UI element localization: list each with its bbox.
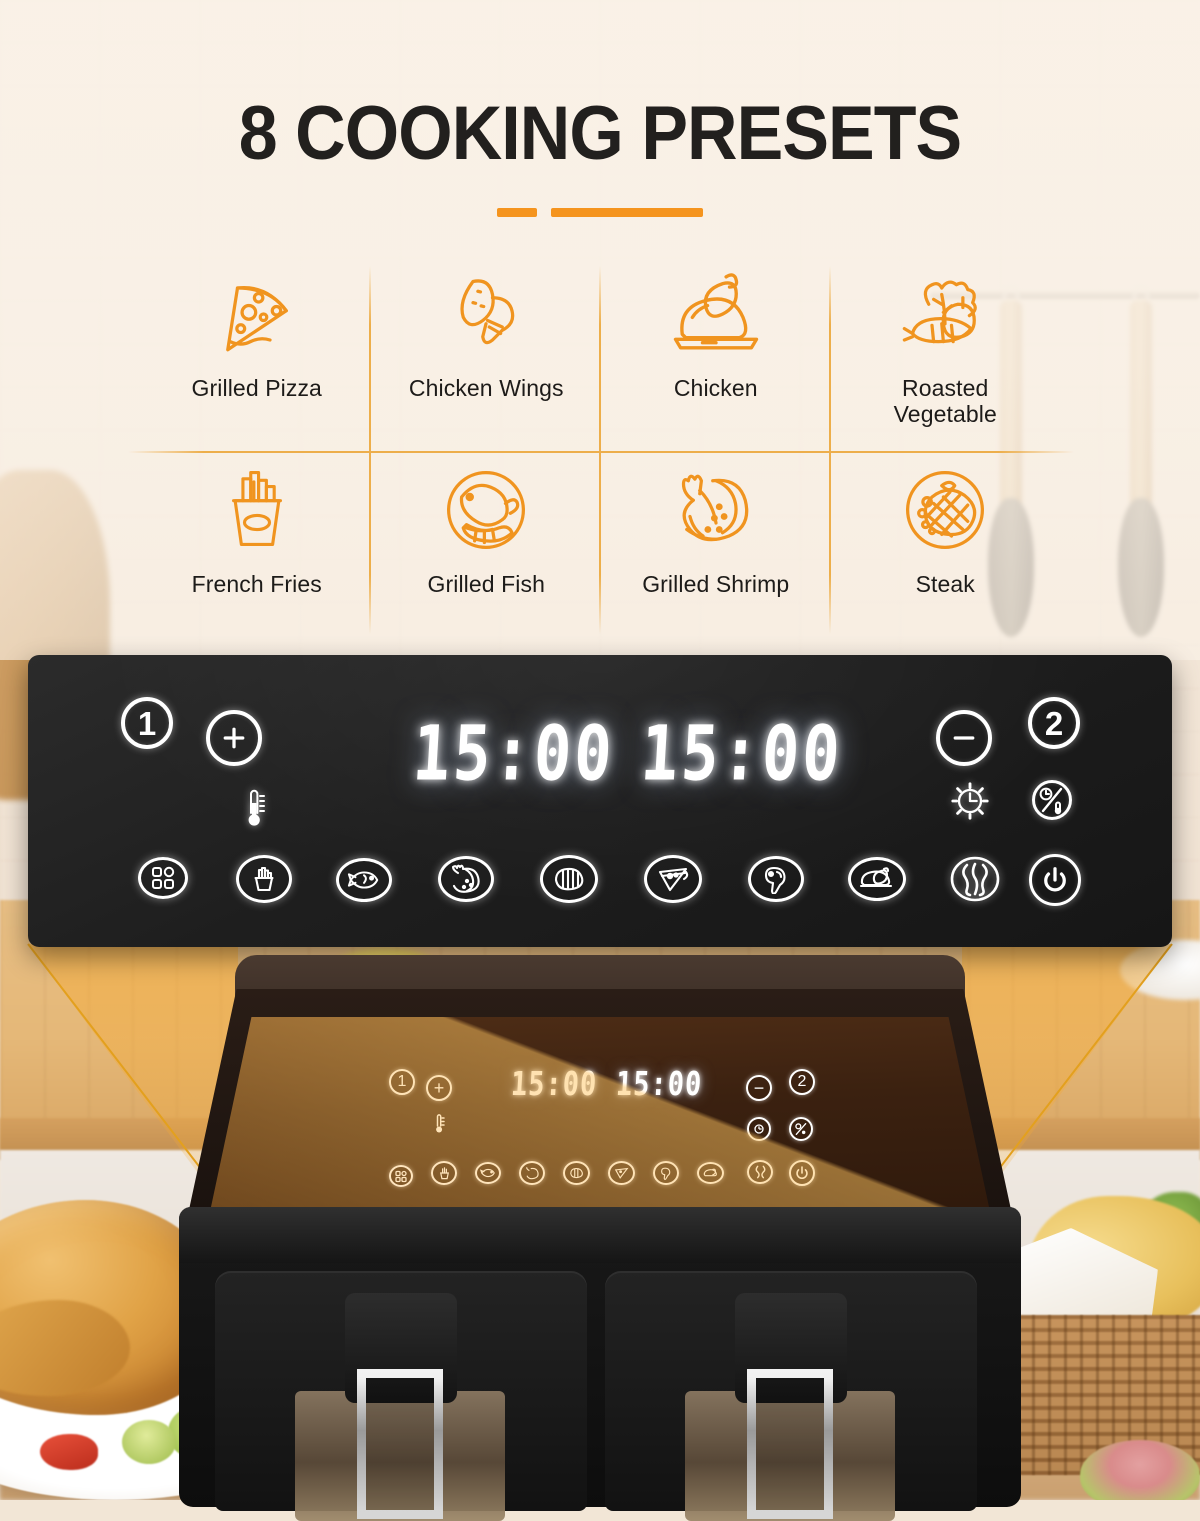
sync-cook-icon[interactable] bbox=[949, 856, 1001, 907]
time-temp-toggle-icon[interactable] bbox=[1032, 780, 1072, 820]
decrease-button[interactable] bbox=[936, 710, 992, 766]
power-icon[interactable] bbox=[1029, 854, 1081, 906]
preset-button-fish[interactable] bbox=[336, 858, 392, 902]
preset-chicken-wings: Chicken Wings bbox=[372, 258, 602, 448]
preset-label-line: Chicken bbox=[673, 375, 758, 401]
zone-one-indicator[interactable]: 1 bbox=[121, 697, 173, 749]
wings-icon bbox=[434, 258, 538, 370]
preset-label-line: Grilled Fish bbox=[427, 571, 545, 597]
preset-label: Roasted Vegetable bbox=[893, 375, 997, 428]
preset-button-pizza[interactable] bbox=[644, 855, 702, 903]
preset-grilled-fish: Grilled Fish bbox=[372, 454, 602, 644]
divider-dash-small bbox=[497, 208, 537, 217]
vegetable-icon bbox=[893, 258, 997, 370]
preset-grilled-pizza: Grilled Pizza bbox=[142, 258, 372, 448]
device-control-panel: 1 + 15:00 15:00 − 2 bbox=[211, 1017, 989, 1207]
zone-one-label: 1 bbox=[137, 704, 157, 742]
preset-label: Steak bbox=[915, 571, 975, 598]
steak-icon bbox=[893, 454, 997, 566]
preset-label-line: Steak bbox=[915, 571, 975, 597]
timer-icon[interactable] bbox=[949, 780, 991, 827]
enlarged-control-panel: 1 15:00 15:00 2 bbox=[28, 655, 1172, 947]
fries-icon bbox=[207, 454, 307, 566]
preset-label: Grilled Fish bbox=[427, 571, 545, 598]
preset-row-1: Grilled Pizza Chicken Wings Chicken Roas… bbox=[142, 258, 1060, 448]
zone-two-label: 2 bbox=[1044, 704, 1064, 742]
fryer-lip bbox=[179, 1207, 1021, 1263]
vegetable-garnish bbox=[122, 1420, 176, 1464]
preset-button-fries[interactable] bbox=[236, 855, 292, 903]
preset-row-2: French Fries Grilled Fish Grilled Shrimp… bbox=[142, 454, 1060, 644]
tomato-slice bbox=[40, 1434, 98, 1470]
menu-grid-icon[interactable] bbox=[138, 857, 188, 899]
preset-button-shrimp[interactable] bbox=[438, 856, 494, 902]
increase-button[interactable] bbox=[206, 710, 262, 766]
preset-chicken: Chicken bbox=[601, 258, 831, 448]
preset-label-line: French Fries bbox=[191, 571, 322, 597]
display-zone-two: 15:00 bbox=[638, 708, 846, 799]
display-zone-one: 15:00 bbox=[410, 708, 618, 799]
chicken-icon bbox=[662, 258, 770, 370]
preset-steak: Steak bbox=[831, 454, 1061, 644]
preset-roasted-vegetable: Roasted Vegetable bbox=[831, 258, 1061, 448]
preset-label-line: Roasted bbox=[902, 375, 989, 401]
preset-label-line: Grilled Shrimp bbox=[642, 571, 790, 597]
fish-icon bbox=[434, 454, 538, 566]
preset-label-line: Grilled Pizza bbox=[191, 375, 322, 401]
preset-button-chicken[interactable] bbox=[848, 857, 906, 901]
preset-grilled-shrimp: Grilled Shrimp bbox=[601, 454, 831, 644]
page-title: 8 COOKING PRESETS bbox=[238, 91, 962, 176]
preset-grid: Grilled Pizza Chicken Wings Chicken Roas… bbox=[128, 258, 1074, 640]
preset-label: Chicken bbox=[673, 375, 758, 402]
title-divider bbox=[0, 208, 1200, 217]
preset-label-line: Chicken Wings bbox=[408, 375, 564, 401]
preset-label: French Fries bbox=[191, 571, 322, 598]
panel-glass-reflection bbox=[211, 1017, 989, 1207]
basket-drawer-left[interactable] bbox=[215, 1271, 587, 1521]
preset-label-line: Vegetable bbox=[893, 400, 997, 427]
preset-label: Grilled Shrimp bbox=[642, 571, 790, 598]
divider-dash-large bbox=[551, 208, 703, 217]
thermometer-icon[interactable] bbox=[242, 786, 266, 837]
air-fryer-device: 1 + 15:00 15:00 − 2 bbox=[175, 955, 1025, 1521]
zone-two-indicator[interactable]: 2 bbox=[1028, 697, 1080, 749]
preset-button-wings[interactable] bbox=[540, 855, 598, 903]
grid-divider-h1 bbox=[128, 451, 1074, 453]
preset-french-fries: French Fries bbox=[142, 454, 372, 644]
preset-label: Grilled Pizza bbox=[191, 375, 322, 402]
preset-button-steak[interactable] bbox=[748, 856, 804, 902]
header: 8 COOKING PRESETS bbox=[0, 96, 1200, 217]
shrimp-icon bbox=[664, 454, 768, 566]
basket-handle-right[interactable] bbox=[747, 1369, 833, 1519]
basket-drawer-right[interactable] bbox=[605, 1271, 977, 1521]
basket-handle-left[interactable] bbox=[357, 1369, 443, 1519]
pizza-icon bbox=[205, 258, 309, 370]
preset-label: Chicken Wings bbox=[408, 375, 564, 402]
